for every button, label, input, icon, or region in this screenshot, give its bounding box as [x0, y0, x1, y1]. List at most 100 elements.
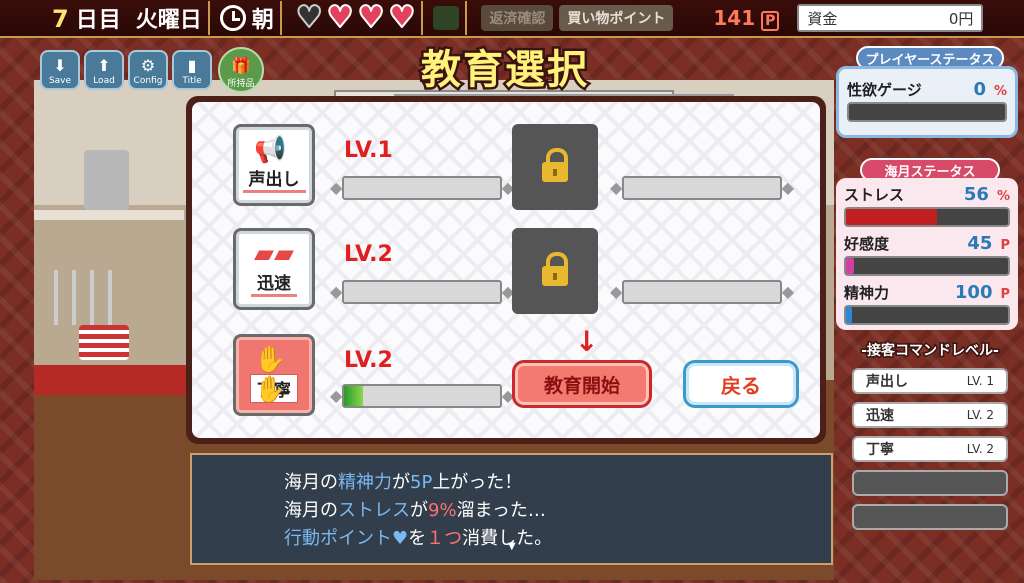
- shop-points-button[interactable]: 買い物ポイント: [559, 5, 674, 31]
- skill-speed-button[interactable]: ▰▰ 迅速: [233, 228, 315, 310]
- day-number: 7: [52, 5, 70, 33]
- affection-bar: [844, 256, 1010, 276]
- lust-value: 0%: [973, 79, 1007, 100]
- mind-bar-fill: [846, 307, 853, 323]
- divider: [279, 1, 282, 35]
- start-education-button[interactable]: 教育開始: [512, 360, 652, 408]
- haizuki-status-card: ストレス 56% 好感度 45 P 精神力 100 P: [836, 178, 1018, 330]
- config-label: Config: [133, 76, 163, 86]
- command-level-item: 丁寧 LV. 2: [852, 436, 1008, 462]
- stress-row: ストレス 56%: [844, 184, 1010, 205]
- heart-full-icon: ♥: [357, 0, 386, 35]
- items-button[interactable]: 🎁 所持品: [218, 47, 264, 93]
- gift-icon: 🎁: [231, 56, 251, 75]
- stress-label: ストレス: [844, 186, 905, 204]
- config-button[interactable]: ⚙ Config: [128, 50, 168, 90]
- player-status-card: 性欲ゲージ 0%: [836, 66, 1018, 138]
- command-name: 丁寧: [866, 442, 894, 458]
- heart-empty-icon: ♥: [295, 0, 324, 35]
- load-label: Load: [93, 76, 115, 86]
- continue-indicator-icon: ▼: [508, 541, 516, 552]
- day-unit: 日目: [75, 8, 122, 33]
- command-level: LV. 2: [966, 408, 994, 422]
- door-icon: ▮: [187, 56, 197, 75]
- pot: [84, 150, 129, 210]
- gear-icon: ⚙: [140, 56, 156, 75]
- affection-label: 好感度: [844, 235, 890, 253]
- back-button[interactable]: 戻る: [683, 360, 799, 408]
- skill-voice-button[interactable]: 📢 声出し: [233, 124, 315, 206]
- command-levels-header: -接客コマンドレベル-: [860, 342, 1001, 361]
- bowls: [79, 325, 129, 360]
- top-bar: 7 日目 火曜日 朝 ♥ ♥ ♥ ♥ 返済確認 買い物ポイント 141 P 資金 0…: [0, 0, 1024, 38]
- command-level: LV. 2: [966, 442, 994, 456]
- weekday: 火曜日: [135, 8, 202, 33]
- skill-progress-bar: [330, 176, 514, 200]
- mind-label: 精神力: [844, 284, 890, 302]
- lust-row: 性欲ゲージ 0%: [847, 79, 1007, 100]
- money-value: 0円: [948, 9, 974, 28]
- repay-button[interactable]: 返済確認: [481, 5, 554, 31]
- message-line: 海月のストレスが9%溜まった…: [284, 500, 546, 521]
- system-menu: ⬇ Save ⬆ Load ⚙ Config ▮ Title 🎁 所持品: [40, 47, 264, 93]
- command-level: LV. 1: [966, 374, 994, 388]
- counter: [34, 365, 194, 395]
- save-icon: ⬇: [53, 56, 67, 75]
- points-value: 141: [713, 6, 756, 30]
- command-level-empty: [852, 504, 1008, 530]
- command-level-item: 声出し LV. 1: [852, 368, 1008, 394]
- load-button[interactable]: ⬆ Load: [84, 50, 124, 90]
- save-button[interactable]: ⬇ Save: [40, 50, 80, 90]
- skill-level: LV.1: [344, 138, 393, 163]
- hands-icon: ✋✋: [254, 345, 287, 405]
- load-icon: ⬆: [97, 56, 111, 75]
- command-name: 声出し: [866, 374, 908, 390]
- affection-value: 45 P: [967, 233, 1010, 254]
- ladles: [54, 270, 124, 325]
- lock-icon: [512, 228, 598, 314]
- lust-bar: [847, 102, 1007, 122]
- stress-value: 56%: [963, 184, 1010, 205]
- title-button[interactable]: ▮ Title: [172, 50, 212, 90]
- mind-bar: [844, 305, 1010, 325]
- action-points: ♥ ♥ ♥ ♥: [295, 0, 417, 35]
- affection-bar-fill: [846, 258, 855, 274]
- points-display: 141 P: [713, 6, 780, 31]
- heart-full-icon: ♥: [326, 0, 355, 35]
- skill-name: 迅速: [251, 269, 297, 297]
- money-label: 資金: [807, 9, 838, 28]
- stress-bar: [844, 207, 1010, 227]
- arrow-down-icon: ↓: [575, 325, 599, 358]
- shelf: [34, 210, 184, 220]
- points-unit: P: [761, 11, 780, 31]
- message-line: 海月の精神力が5P上がった！: [284, 472, 523, 493]
- locked-progress-bar: [610, 280, 794, 304]
- skill-polite-button[interactable]: ✋✋ 丁寧: [233, 334, 315, 416]
- day-counter: 7 日目: [52, 2, 122, 34]
- skill-progress-bar: [330, 280, 514, 304]
- panel-title: 教育選択: [419, 45, 590, 96]
- speed-icon: ▰▰: [254, 239, 294, 269]
- skill-progress-bar: [330, 384, 514, 408]
- divider: [465, 1, 468, 35]
- megaphone-icon: 📢: [254, 135, 287, 165]
- divider: [421, 1, 424, 35]
- mind-row: 精神力 100 P: [844, 282, 1010, 303]
- command-name: 迅速: [866, 408, 894, 424]
- skill-progress-fill: [344, 386, 363, 406]
- message-box[interactable]: 海月の精神力が5P上がった！ 海月のストレスが9%溜まった… 行動ポイント♥を１…: [190, 453, 833, 565]
- lock-icon: [512, 124, 598, 210]
- title-label: Title: [182, 76, 202, 86]
- skill-name: 声出し: [242, 165, 306, 193]
- skill-level: LV.2: [344, 348, 393, 373]
- items-label: 所持品: [227, 79, 255, 89]
- mind-value: 100 P: [954, 282, 1010, 303]
- heart-full-icon: ♥: [387, 0, 416, 35]
- affection-row: 好感度 45 P: [844, 233, 1010, 254]
- locked-progress-bar: [610, 176, 794, 200]
- divider: [207, 1, 210, 35]
- home-icon[interactable]: [433, 6, 460, 30]
- skill-level: LV.2: [344, 242, 393, 267]
- command-level-empty: [852, 470, 1008, 496]
- stress-bar-fill: [846, 209, 937, 225]
